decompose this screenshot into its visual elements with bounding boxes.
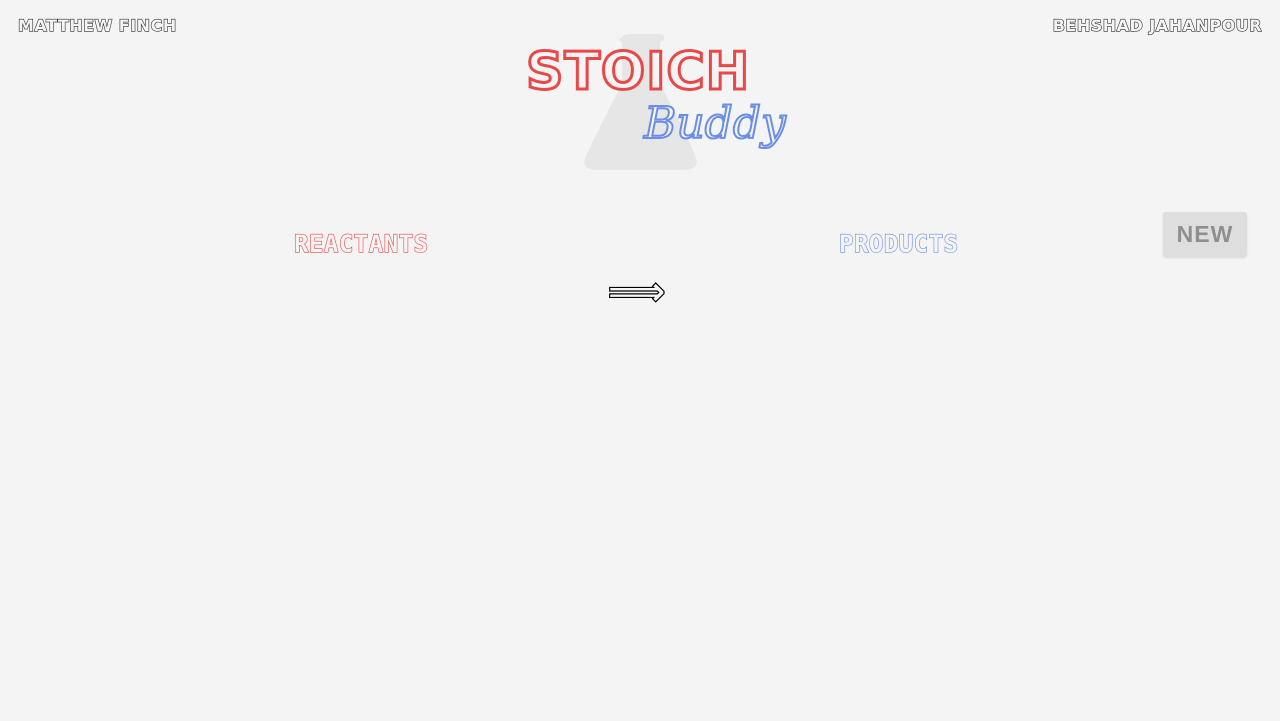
reactants-label: REACTANTS (293, 230, 429, 258)
products-label: PRODUCTS (838, 230, 959, 258)
app-logo: STOICH Buddy (520, 28, 787, 178)
author-name-left: MATTHEW FINCH (17, 15, 177, 35)
logo-title-secondary: Buddy (643, 98, 787, 149)
new-button[interactable]: NEW (1163, 212, 1247, 257)
author-name-right: BEHSHAD JAHANPOUR (1052, 15, 1262, 35)
reaction-arrow-icon: ⟹ (607, 269, 667, 315)
logo-title-primary: STOICH (524, 42, 751, 102)
